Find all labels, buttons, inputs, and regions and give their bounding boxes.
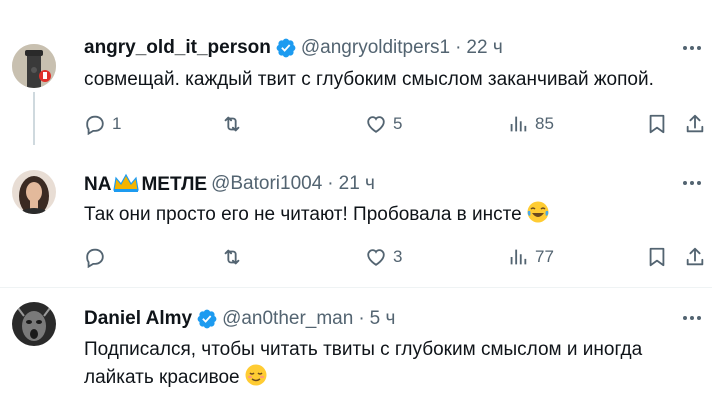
thread-line	[33, 92, 35, 145]
tweet-text-line-2: лайкать красивое	[84, 363, 642, 391]
bookmark-button[interactable]	[646, 244, 668, 270]
views-button[interactable]: 85	[507, 111, 554, 137]
separator-dot: ·	[327, 173, 334, 194]
verified-badge-icon[interactable]	[275, 37, 297, 59]
avatar-image	[12, 302, 56, 346]
analytics-icon	[510, 249, 527, 265]
bookmark-icon	[649, 114, 665, 134]
author-name-prefix: NA	[84, 174, 112, 195]
verified-badge-icon[interactable]	[196, 308, 218, 330]
views-count: 77	[535, 247, 554, 266]
tweet-text: Так они просто его не читают! Пробовала …	[84, 200, 550, 228]
reply-icon	[86, 115, 104, 135]
avatar-image	[12, 170, 56, 214]
action-bar: 3 77	[84, 244, 704, 270]
timestamp[interactable]: 22 ч	[466, 37, 502, 59]
separator-dot: ·	[455, 37, 462, 58]
retweet-icon	[224, 249, 240, 265]
tweet-text: Подписался, чтобы читать твиты с глубоки…	[84, 336, 642, 391]
like-count: 5	[393, 114, 403, 133]
author-name[interactable]: angry_old_it_person	[84, 37, 271, 59]
retweet-button[interactable]	[221, 111, 249, 137]
timestamp[interactable]: 21 ч	[339, 173, 375, 195]
reply-count: 1	[112, 114, 122, 133]
author-handle[interactable]: @angryolditpers1	[301, 37, 450, 59]
more-options-icon[interactable]	[680, 306, 704, 330]
avatar[interactable]	[12, 170, 56, 214]
bookmark-icon	[649, 247, 665, 267]
timestamp[interactable]: 5 ч	[370, 308, 396, 330]
bookmark-button[interactable]	[646, 111, 668, 137]
reply-button[interactable]	[84, 244, 112, 270]
share-icon	[686, 114, 704, 133]
heart-icon	[367, 116, 385, 133]
like-count: 3	[393, 247, 403, 266]
tweet-header: Daniel Almy @an0ther_man · 5 ч	[84, 308, 395, 330]
reply-button[interactable]: 1	[84, 111, 121, 137]
retweet-icon	[224, 116, 240, 132]
tweet-1[interactable]: angry_old_it_person @angryolditpers1 · 2…	[0, 0, 712, 145]
avatar-image	[12, 44, 56, 88]
tweet-text-content: Так они просто его не читают! Пробовала …	[84, 204, 522, 225]
more-options-icon[interactable]	[680, 171, 704, 195]
tweet-text: совмещай. каждый твит с глубоким смыслом…	[84, 69, 654, 90]
crown-emoji-icon	[113, 173, 140, 192]
tweet-text-line-1: Подписался, чтобы читать твиты с глубоки…	[84, 339, 643, 360]
avatar[interactable]	[12, 302, 56, 346]
tears-of-joy-emoji-icon	[527, 201, 549, 223]
heart-icon	[367, 249, 385, 266]
retweet-button[interactable]	[221, 244, 249, 270]
share-icon	[686, 247, 704, 266]
author-name[interactable]: NA МЕТЛЕ	[84, 172, 207, 196]
author-handle[interactable]: @an0ther_man	[222, 308, 353, 330]
tweet-3[interactable]: Daniel Almy @an0ther_man · 5 ч Подписалс…	[0, 288, 712, 394]
analytics-icon	[510, 116, 527, 132]
share-button[interactable]	[684, 111, 706, 137]
more-options-icon[interactable]	[680, 36, 704, 60]
action-bar: 1 5 85	[84, 111, 704, 137]
avatar[interactable]	[12, 44, 56, 88]
like-button[interactable]: 5	[365, 111, 402, 137]
tweet-header: angry_old_it_person @angryolditpers1 · 2…	[84, 37, 503, 59]
tweet-2[interactable]: NA МЕТЛЕ @Batori1004 · 21 ч Так они прост…	[0, 145, 712, 287]
reply-icon	[86, 248, 104, 268]
views-button[interactable]: 77	[507, 244, 554, 270]
like-button[interactable]: 3	[365, 244, 402, 270]
author-name-suffix: МЕТЛЕ	[141, 174, 208, 195]
tweet-text-line-2-content: лайкать красивое	[84, 367, 240, 388]
tweet-header: NA МЕТЛЕ @Batori1004 · 21 ч	[84, 173, 375, 195]
relieved-face-emoji-icon	[245, 364, 267, 386]
share-button[interactable]	[684, 244, 706, 270]
author-handle[interactable]: @Batori1004	[211, 173, 322, 195]
author-name[interactable]: Daniel Almy	[84, 308, 192, 330]
views-count: 85	[535, 114, 554, 133]
separator-dot: ·	[358, 308, 365, 329]
